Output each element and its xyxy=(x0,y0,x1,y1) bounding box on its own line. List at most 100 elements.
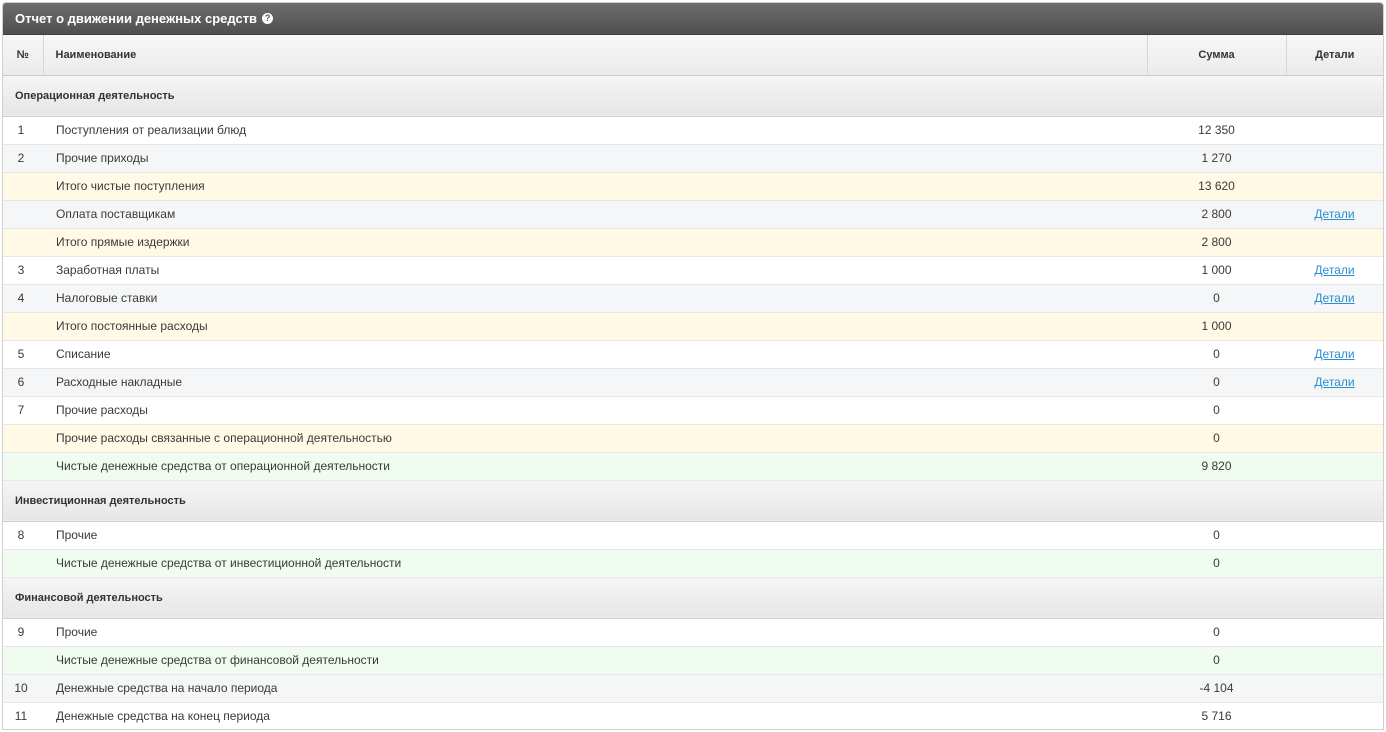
row-number: 9 xyxy=(3,618,43,647)
subtotal-row: Прочие расходы связанные с операционной … xyxy=(3,424,1383,453)
details-link[interactable]: Детали xyxy=(1314,347,1354,361)
details-link[interactable]: Детали xyxy=(1314,291,1354,305)
row-details-cell: Детали xyxy=(1286,284,1383,313)
row-sum: 12 350 xyxy=(1147,116,1286,145)
table-row: 3 Заработная платы 1 000 Детали xyxy=(3,256,1383,285)
panel-header: Отчет о движении денежных средств ? xyxy=(3,3,1383,35)
row-number: 11 xyxy=(3,702,43,729)
table-row: 6 Расходные накладные 0 Детали xyxy=(3,368,1383,397)
row-details-cell xyxy=(1286,646,1383,675)
row-name: Чистые денежные средства от операционной… xyxy=(43,452,1147,481)
table-row: 9 Прочие 0 xyxy=(3,618,1383,647)
row-sum: 2 800 xyxy=(1147,200,1286,229)
row-details-cell: Детали xyxy=(1286,340,1383,369)
row-number: 6 xyxy=(3,368,43,397)
row-details-cell xyxy=(1286,396,1383,425)
table-row: 8 Прочие 0 xyxy=(3,521,1383,550)
row-sum: 0 xyxy=(1147,646,1286,675)
details-link[interactable]: Детали xyxy=(1314,375,1354,389)
table-row: 7 Прочие расходы 0 xyxy=(3,396,1383,425)
help-icon[interactable]: ? xyxy=(262,13,274,24)
row-number: 10 xyxy=(3,674,43,703)
row-name: Прочие расходы связанные с операционной … xyxy=(43,424,1147,453)
row-details-cell: Детали xyxy=(1286,200,1383,229)
row-name: Денежные средства на конец периода xyxy=(43,702,1147,729)
row-sum: 9 820 xyxy=(1147,452,1286,481)
report-title: Отчет о движении денежных средств xyxy=(15,11,258,26)
row-sum: 0 xyxy=(1147,396,1286,425)
section-financial: Финансовой деятельность xyxy=(3,577,1383,619)
table-row: 1 Поступления от реализации блюд 12 350 xyxy=(3,116,1383,145)
row-number: 1 xyxy=(3,116,43,145)
section-title: Финансовой деятельность xyxy=(3,577,1383,619)
row-details-cell xyxy=(1286,116,1383,145)
row-sum: 0 xyxy=(1147,424,1286,453)
details-link[interactable]: Детали xyxy=(1314,263,1354,277)
row-sum: 0 xyxy=(1147,368,1286,397)
net-total-row: Чистые денежные средства от финансовой д… xyxy=(3,646,1383,675)
row-number xyxy=(3,549,43,578)
row-name: Итого постоянные расходы xyxy=(43,312,1147,341)
row-details-cell xyxy=(1286,228,1383,257)
row-name: Заработная платы xyxy=(43,256,1147,285)
table-row: Оплата поставщикам 2 800 Детали xyxy=(3,200,1383,229)
row-name: Списание xyxy=(43,340,1147,369)
row-details-cell xyxy=(1286,144,1383,173)
row-number xyxy=(3,646,43,675)
subtotal-row: Итого постоянные расходы 1 000 xyxy=(3,312,1383,341)
row-number xyxy=(3,312,43,341)
row-number: 4 xyxy=(3,284,43,313)
row-number xyxy=(3,452,43,481)
row-number xyxy=(3,200,43,229)
cash-flow-report-panel: Отчет о движении денежных средств ? № На… xyxy=(2,2,1384,730)
row-details-cell xyxy=(1286,702,1383,729)
column-header-num[interactable]: № xyxy=(3,35,44,76)
row-sum: 0 xyxy=(1147,618,1286,647)
section-title: Инвестиционная деятельность xyxy=(3,480,1383,522)
row-name: Прочие приходы xyxy=(43,144,1147,173)
row-name: Поступления от реализации блюд xyxy=(43,116,1147,145)
row-details-cell xyxy=(1286,452,1383,481)
row-details-cell xyxy=(1286,521,1383,550)
row-number: 8 xyxy=(3,521,43,550)
column-header-sum[interactable]: Сумма xyxy=(1147,35,1287,76)
section-title: Операционная деятельность xyxy=(3,75,1383,117)
column-header-details[interactable]: Детали xyxy=(1286,35,1383,76)
row-name: Прочие xyxy=(43,521,1147,550)
table-row: 4 Налоговые ставки 0 Детали xyxy=(3,284,1383,313)
row-name: Чистые денежные средства от инвестиционн… xyxy=(43,549,1147,578)
row-name: Прочие расходы xyxy=(43,396,1147,425)
subtotal-row: Итого чистые поступления 13 620 xyxy=(3,172,1383,201)
row-details-cell: Детали xyxy=(1286,256,1383,285)
table-row: 2 Прочие приходы 1 270 xyxy=(3,144,1383,173)
net-total-row: Чистые денежные средства от операционной… xyxy=(3,452,1383,481)
row-sum: 2 800 xyxy=(1147,228,1286,257)
row-sum: 5 716 xyxy=(1147,702,1286,729)
table-row: 11 Денежные средства на конец периода 5 … xyxy=(3,702,1383,729)
table-row: 5 Списание 0 Детали xyxy=(3,340,1383,369)
table-row: 10 Денежные средства на начало периода -… xyxy=(3,674,1383,703)
row-number xyxy=(3,228,43,257)
row-sum: 1 000 xyxy=(1147,256,1286,285)
row-number: 7 xyxy=(3,396,43,425)
row-sum: 1 270 xyxy=(1147,144,1286,173)
row-name: Прочие xyxy=(43,618,1147,647)
cash-flow-table: № Наименование Сумма Детали Операционная… xyxy=(3,35,1383,729)
row-number: 3 xyxy=(3,256,43,285)
row-details-cell xyxy=(1286,424,1383,453)
row-name: Оплата поставщикам xyxy=(43,200,1147,229)
subtotal-row: Итого прямые издержки 2 800 xyxy=(3,228,1383,257)
row-sum: 0 xyxy=(1147,340,1286,369)
row-details-cell xyxy=(1286,172,1383,201)
row-details-cell xyxy=(1286,674,1383,703)
row-number: 5 xyxy=(3,340,43,369)
section-investment: Инвестиционная деятельность xyxy=(3,480,1383,522)
row-name: Итого чистые поступления xyxy=(43,172,1147,201)
row-name: Расходные накладные xyxy=(43,368,1147,397)
row-number xyxy=(3,172,43,201)
details-link[interactable]: Детали xyxy=(1314,207,1354,221)
column-header-name[interactable]: Наименование xyxy=(43,35,1148,76)
row-name: Чистые денежные средства от финансовой д… xyxy=(43,646,1147,675)
row-details-cell: Детали xyxy=(1286,368,1383,397)
row-sum: 0 xyxy=(1147,521,1286,550)
